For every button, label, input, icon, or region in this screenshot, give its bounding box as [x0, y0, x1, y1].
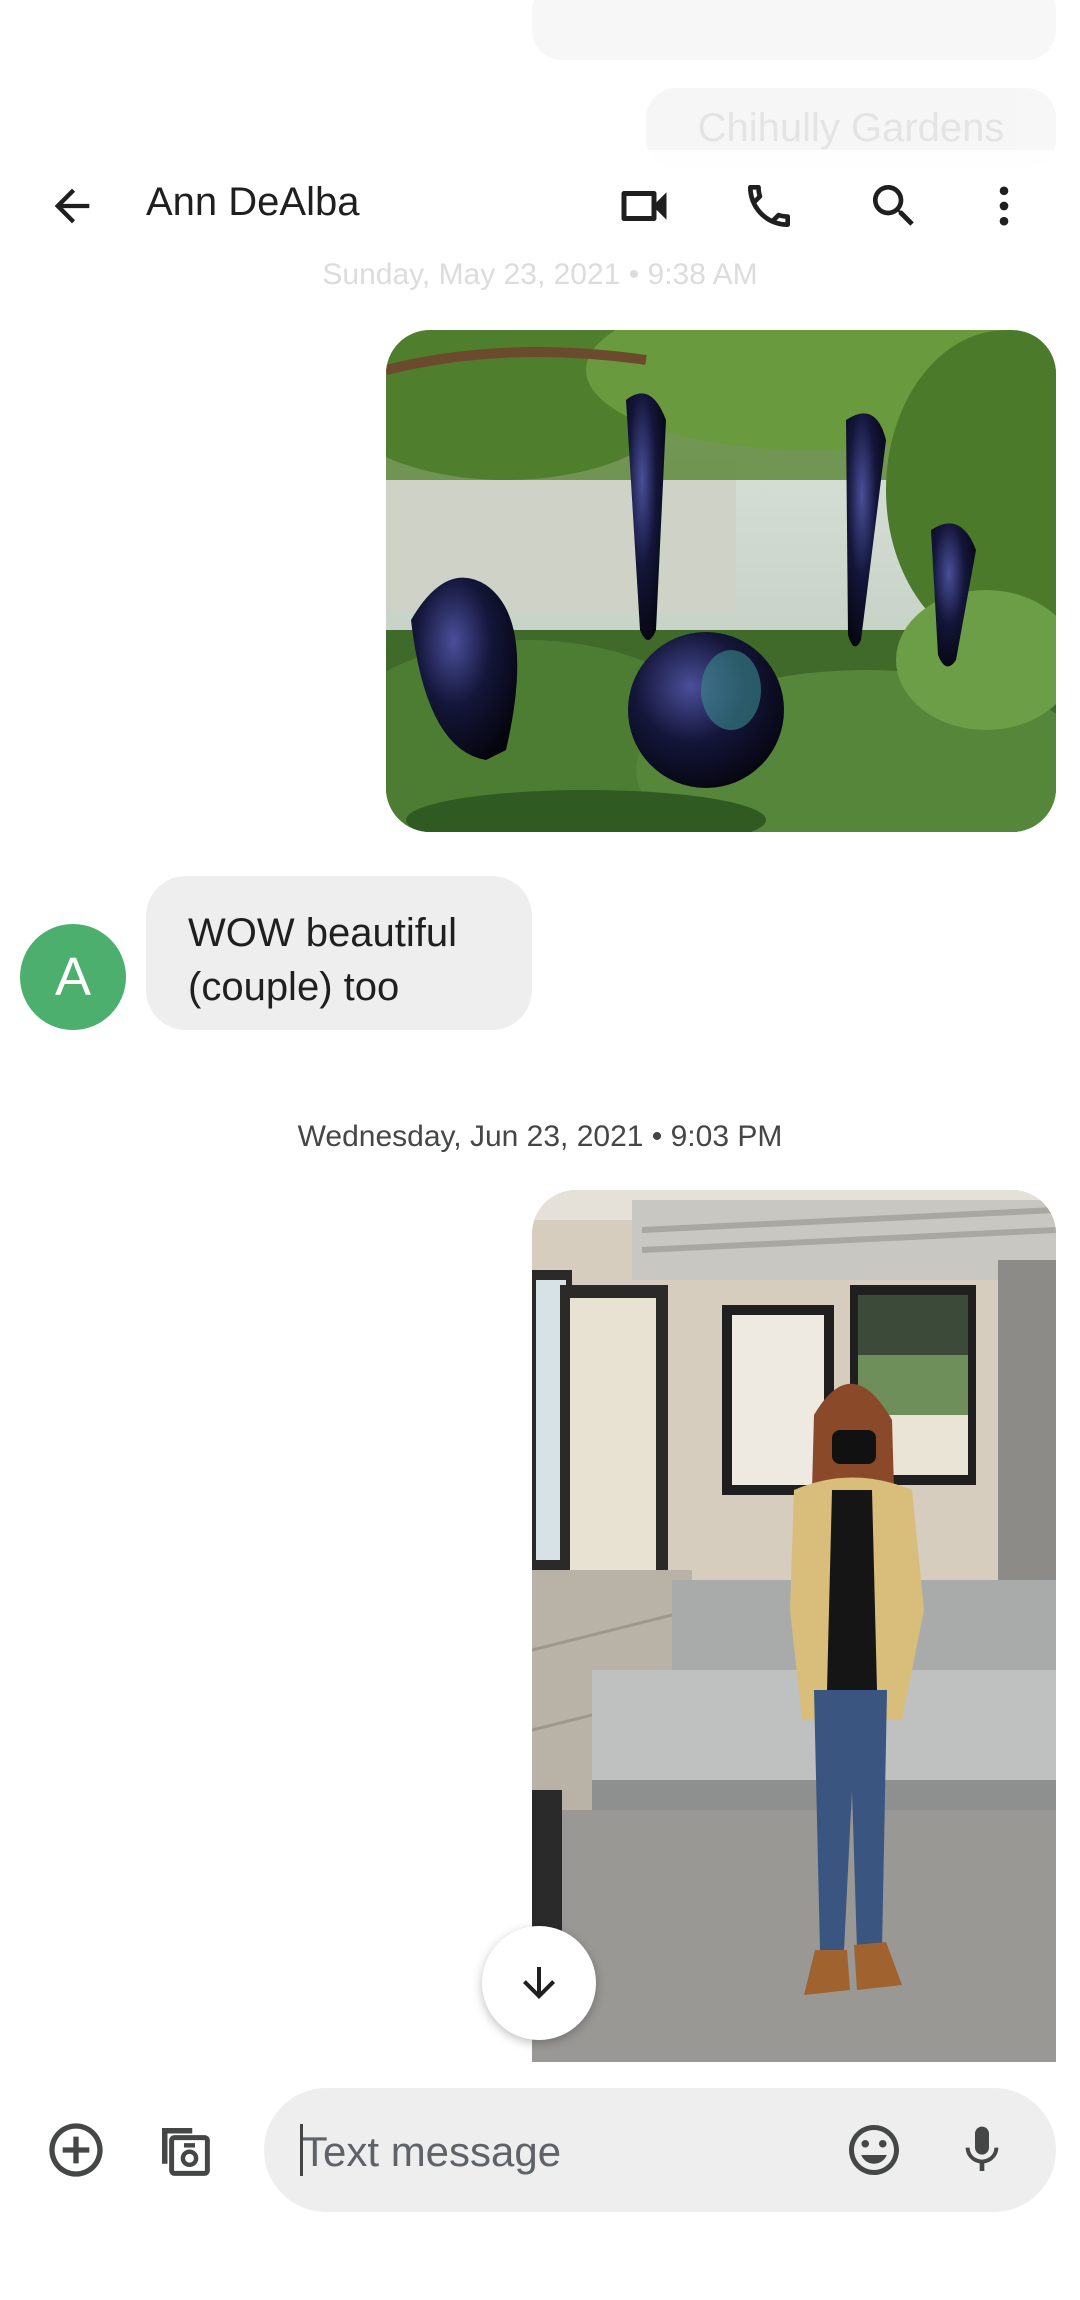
date-separator: Wednesday, Jun 23, 2021 • 9:03 PM — [297, 1120, 783, 1153]
message-input-placeholder[interactable]: Text message — [302, 2128, 561, 2176]
message-photo-glass-garden[interactable] — [386, 330, 1056, 832]
previous-date-separator: Sunday, May 23, 2021 • 9:38 AM — [322, 258, 758, 291]
more-vert-icon[interactable] — [968, 170, 1040, 242]
video-call-icon[interactable] — [608, 170, 680, 242]
search-icon[interactable] — [858, 170, 930, 242]
arrow-down-icon — [523, 1967, 555, 1999]
incoming-message-bubble[interactable]: WOW beautiful (couple) too — [146, 876, 532, 1030]
phone-icon[interactable] — [733, 170, 805, 242]
emoji-icon[interactable] — [838, 2114, 910, 2186]
back-arrow-icon[interactable] — [36, 170, 108, 242]
avatar[interactable]: A — [20, 924, 126, 1030]
previous-message-bubble[interactable] — [532, 0, 1056, 60]
message-photo-lobby[interactable] — [532, 1190, 1056, 2062]
message-text-line-1: WOW beautiful — [188, 911, 457, 955]
gallery-camera-icon[interactable] — [148, 2114, 220, 2186]
avatar-letter: A — [54, 947, 92, 1007]
scroll-to-bottom-button[interactable] — [482, 1926, 596, 2040]
add-circle-icon[interactable] — [40, 2114, 112, 2186]
contact-name[interactable]: Ann DeAlba — [146, 180, 359, 225]
message-text-line-2: (couple) too — [188, 965, 400, 1009]
mic-icon[interactable] — [946, 2114, 1018, 2186]
